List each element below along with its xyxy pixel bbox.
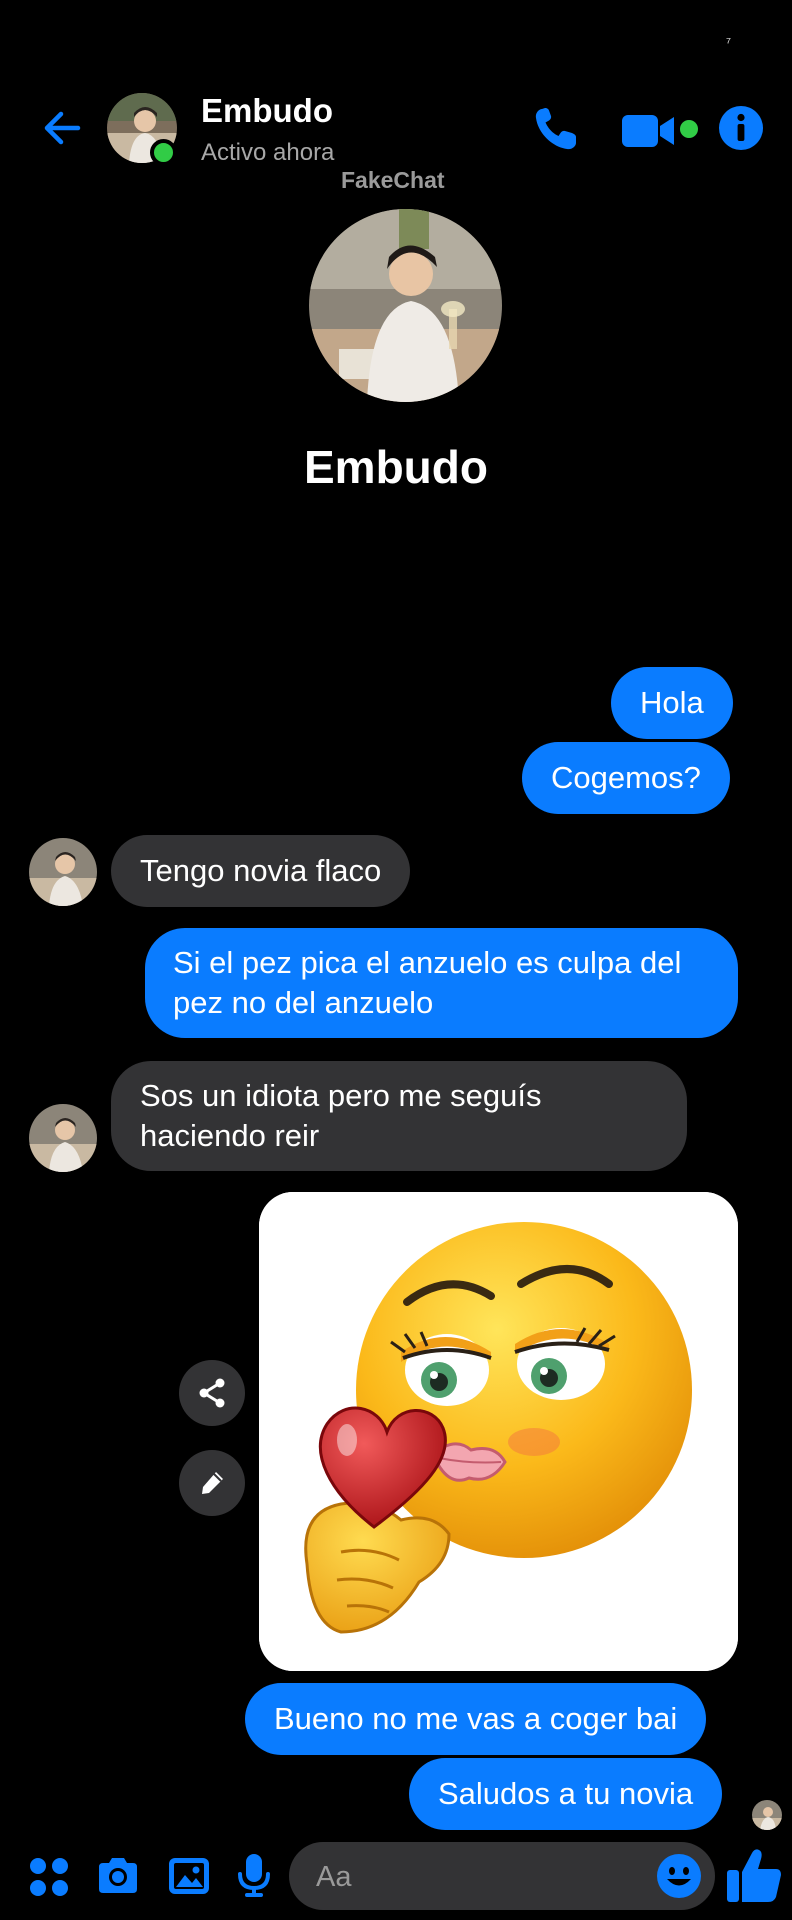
microphone-icon — [238, 1854, 270, 1897]
pencil-icon — [202, 1472, 223, 1494]
gallery-button[interactable] — [166, 1853, 212, 1899]
share-icon — [199, 1378, 225, 1408]
kiss-emoji-sticker — [259, 1192, 738, 1671]
status-indicator: ⁷ — [726, 34, 732, 50]
voice-call-button[interactable] — [530, 103, 582, 155]
contact-name[interactable]: Embudo — [201, 92, 333, 130]
apps-icon — [30, 1858, 68, 1896]
apps-button[interactable] — [26, 1854, 72, 1900]
info-icon — [719, 106, 763, 150]
profile-image — [309, 209, 502, 402]
microphone-button[interactable] — [231, 1852, 277, 1898]
contact-photo — [29, 1104, 97, 1172]
message-input[interactable] — [314, 1842, 618, 1912]
contact-photo — [752, 1800, 782, 1830]
video-camera-icon — [622, 115, 674, 147]
info-button[interactable] — [718, 105, 764, 151]
phone-icon — [535, 108, 576, 150]
emoji-icon — [657, 1854, 701, 1898]
profile-name: Embudo — [304, 441, 488, 493]
message-received[interactable]: Tengo novia flaco — [111, 835, 411, 907]
thumbs-up-icon — [727, 1849, 781, 1902]
contact-chat-avatar[interactable] — [29, 838, 97, 906]
image-message[interactable] — [259, 1192, 738, 1671]
camera-button[interactable] — [95, 1853, 141, 1899]
message-sent[interactable]: Saludos a tu novia — [409, 1758, 723, 1830]
read-receipt-avatar — [752, 1800, 782, 1830]
arrow-left-icon — [44, 111, 81, 145]
message-received[interactable]: Sos un idiota pero me seguís haciendo re… — [111, 1061, 687, 1171]
gallery-icon — [169, 1858, 209, 1894]
video-active-indicator — [680, 120, 698, 138]
share-button[interactable] — [179, 1360, 245, 1426]
contact-status: Activo ahora — [201, 139, 335, 166]
message-sent[interactable]: Bueno no me vas a coger bai — [245, 1683, 707, 1755]
message-sent[interactable]: Hola — [611, 667, 733, 739]
contact-photo — [29, 838, 97, 906]
message-sent[interactable]: Cogemos? — [522, 742, 730, 814]
watermark: FakeChat — [341, 167, 445, 193]
emoji-button[interactable] — [655, 1852, 703, 1900]
like-button[interactable] — [724, 1845, 784, 1905]
back-button[interactable] — [36, 102, 88, 154]
profile-photo[interactable] — [309, 209, 502, 402]
edit-button[interactable] — [179, 1450, 245, 1516]
online-indicator — [150, 139, 177, 166]
camera-icon — [99, 1858, 137, 1893]
message-sent[interactable]: Si el pez pica el anzuelo es culpa del p… — [145, 928, 738, 1038]
message-composer[interactable] — [289, 1842, 715, 1912]
video-call-button[interactable] — [622, 111, 686, 151]
contact-chat-avatar[interactable] — [29, 1104, 97, 1172]
